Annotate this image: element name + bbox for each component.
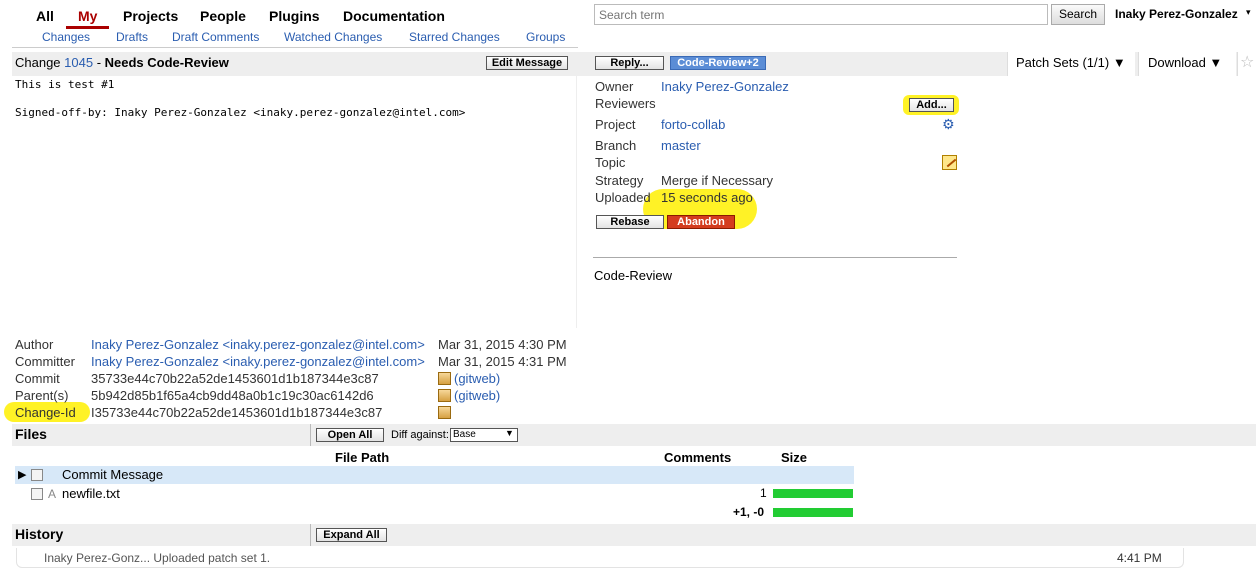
file-link-commit-message[interactable]: Commit Message: [62, 467, 163, 482]
owner-label: Owner: [595, 79, 634, 94]
project-link[interactable]: forto-collab: [661, 117, 725, 132]
submenu-changes[interactable]: Changes: [42, 30, 90, 44]
edit-message-button[interactable]: Edit Message: [486, 56, 568, 70]
total-size-delta: +1, -0: [733, 505, 765, 519]
col-size: Size: [781, 450, 808, 465]
history-text: Uploaded patch set 1.: [153, 551, 271, 565]
history-author: Inaky Perez-Gonz...: [44, 551, 151, 565]
rebase-button[interactable]: Rebase: [596, 215, 664, 229]
file-link-newfile[interactable]: newfile.txt: [62, 486, 120, 501]
history-title: History: [15, 526, 64, 542]
committer-link[interactable]: Inaky Perez-Gonzalez <inaky.perez-gonzal…: [91, 354, 425, 369]
topic-label: Topic: [595, 155, 626, 170]
branch-link[interactable]: master: [661, 138, 701, 153]
menu-tab-documentation[interactable]: Documentation: [331, 7, 457, 29]
files-title: Files: [15, 426, 47, 442]
code-review-badge[interactable]: Code-Review+2: [670, 56, 766, 70]
uploaded-label: Uploaded: [595, 190, 651, 205]
author-label: Author: [15, 337, 54, 352]
author-link[interactable]: Inaky Perez-Gonzalez <inaky.perez-gonzal…: [91, 337, 425, 352]
reply-button[interactable]: Reply...: [595, 56, 664, 70]
patch-sets-dropdown[interactable]: Patch Sets (1/1) ▼: [1016, 55, 1126, 70]
parent-sha: 5b942d85b1f65a4cb9dd48a0b1c19c30ac6142d6: [91, 388, 374, 403]
copy-icon[interactable]: [438, 406, 451, 419]
branch-label: Branch: [595, 138, 637, 153]
star-icon[interactable]: ☆: [1240, 52, 1254, 72]
files-header: [12, 424, 1256, 446]
gear-icon[interactable]: ⚙: [942, 116, 955, 133]
history-header: [12, 524, 1256, 546]
files-separator: [310, 424, 311, 446]
menu-tab-projects[interactable]: Projects: [111, 7, 190, 29]
chevron-down-icon[interactable]: ▾: [1246, 7, 1251, 18]
reviewed-checkbox[interactable]: [31, 469, 43, 481]
change-title: Change 1045 - Needs Code-Review: [15, 55, 229, 70]
author-date: Mar 31, 2015 4:30 PM: [438, 337, 567, 352]
diff-against-label: Diff against:: [391, 429, 449, 441]
commit-gitweb-link[interactable]: (gitweb): [454, 371, 500, 386]
abandon-button[interactable]: Abandon: [667, 215, 735, 229]
add-reviewer-button[interactable]: Add...: [909, 98, 954, 112]
submenu-groups[interactable]: Groups: [526, 30, 565, 44]
edit-topic-icon[interactable]: [942, 155, 957, 170]
copy-icon[interactable]: [438, 389, 451, 402]
copy-icon[interactable]: [438, 372, 451, 385]
change-id-label: Change-Id: [15, 405, 76, 420]
commit-message-subject: This is test #1: [15, 78, 115, 91]
strategy-value: Merge if Necessary: [661, 173, 773, 188]
chevron-down-icon: ▼: [505, 428, 514, 438]
parents-label: Parent(s): [15, 388, 69, 403]
reviewers-label: Reviewers: [595, 96, 656, 111]
parent-gitweb-link[interactable]: (gitweb): [454, 388, 500, 403]
size-bar-total: [773, 508, 853, 517]
size-bar: [773, 489, 853, 498]
change-number-link[interactable]: 1045: [64, 55, 93, 70]
commit-message-signoff: Signed-off-by: Inaky Perez-Gonzalez <ina…: [15, 106, 466, 119]
reviewed-checkbox[interactable]: [31, 488, 43, 500]
commit-label: Commit: [15, 371, 60, 386]
committer-label: Committer: [15, 354, 75, 369]
col-comments: Comments: [664, 450, 732, 465]
download-dropdown[interactable]: Download ▼: [1148, 55, 1222, 70]
menu-tab-plugins[interactable]: Plugins: [257, 7, 332, 29]
expand-all-button[interactable]: Expand All: [316, 528, 387, 542]
history-time: 4:41 PM: [1117, 551, 1162, 565]
menu-tab-people[interactable]: People: [188, 7, 258, 29]
user-menu[interactable]: Inaky Perez-Gonzalez: [1115, 7, 1238, 21]
submenu-watched-changes[interactable]: Watched Changes: [284, 30, 382, 44]
labels-divider: [593, 257, 957, 258]
submenu-starred-changes[interactable]: Starred Changes: [409, 30, 500, 44]
owner-link[interactable]: Inaky Perez-Gonzalez: [661, 79, 789, 94]
search-input[interactable]: [594, 4, 1048, 25]
menu-tab-my[interactable]: My: [66, 7, 110, 29]
menu-divider: [12, 47, 578, 48]
submenu-draft-comments[interactable]: Draft Comments: [172, 30, 259, 44]
change-status: Needs Code-Review: [104, 55, 229, 70]
col-file-path: File Path: [335, 450, 390, 465]
committer-date: Mar 31, 2015 4:31 PM: [438, 354, 567, 369]
file-status: A: [48, 487, 57, 501]
search-button[interactable]: Search: [1051, 4, 1105, 25]
project-label: Project: [595, 117, 636, 132]
submenu-drafts[interactable]: Drafts: [116, 30, 148, 44]
commit-sha: 35733e44c70b22a52de1453601d1b187344e3c87: [91, 371, 379, 386]
file-size-value: 1: [760, 486, 767, 500]
code-review-label: Code-Review: [594, 268, 673, 283]
open-all-button[interactable]: Open All: [316, 428, 384, 442]
history-separator: [310, 524, 311, 546]
uploaded-value: 15 seconds ago: [661, 190, 753, 205]
current-row-arrow-icon: ▶: [18, 469, 27, 481]
change-id-value: I35733e44c70b22a52de1453601d1b187344e3c8…: [91, 405, 383, 420]
strategy-label: Strategy: [595, 173, 644, 188]
menu-tab-all[interactable]: All: [24, 7, 66, 29]
history-message: Inaky Perez-Gonz... Uploaded patch set 1…: [44, 551, 270, 565]
